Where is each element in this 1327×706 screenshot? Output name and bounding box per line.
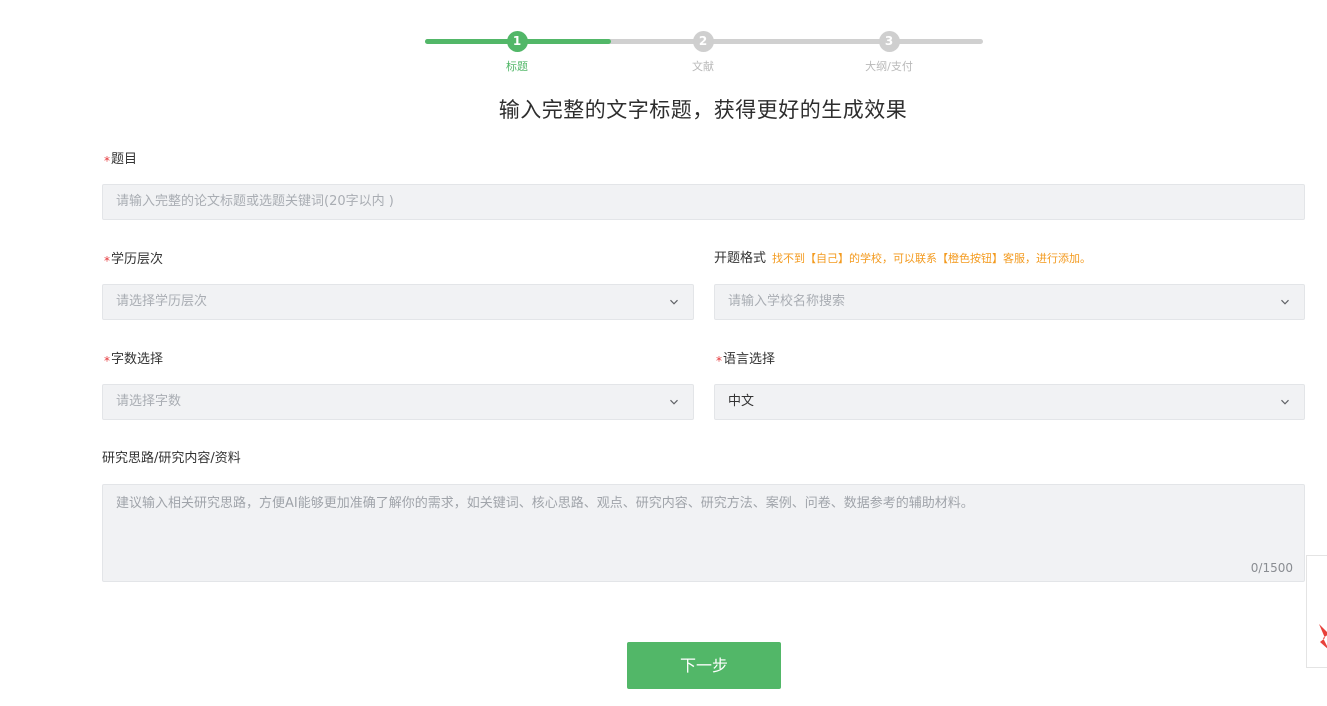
language-select[interactable]: 中文 — [714, 384, 1305, 420]
next-step-button[interactable]: 下一步 — [627, 642, 781, 689]
step-label: 大纲/支付 — [865, 60, 913, 73]
step-outline-payment: 3 大纲/支付 — [844, 30, 934, 74]
format-label: 开题格式 找不到【自己】的学校，可以联系【橙色按钮】客服，进行添加。 — [714, 250, 1091, 268]
word-count-select[interactable]: 请选择字数 — [102, 384, 694, 420]
title-label-text: 题目 — [111, 152, 138, 167]
education-placeholder: 请选择学历层次 — [116, 294, 208, 309]
school-search-select[interactable]: 请输入学校名称搜索 — [714, 284, 1305, 320]
character-counter: 0/1500 — [1250, 561, 1293, 575]
step-title: 1 标题 — [472, 30, 562, 74]
title-label: *题目 — [104, 150, 137, 168]
required-mark: * — [104, 254, 110, 268]
page-headline: 输入完整的文字标题，获得更好的生成效果 — [498, 98, 908, 122]
step-literature: 2 文献 — [658, 30, 748, 74]
chevron-down-icon — [1281, 399, 1289, 405]
required-mark: * — [104, 354, 110, 368]
step-label: 标题 — [506, 60, 528, 73]
step-label: 文献 — [692, 60, 714, 73]
format-hint: 找不到【自己】的学校，可以联系【橙色按钮】客服，进行添加。 — [772, 252, 1092, 265]
progress-stepper: 1 标题 2 文献 3 大纲/支付 — [425, 30, 983, 80]
language-value: 中文 — [728, 394, 755, 409]
research-placeholder: 建议输入相关研究思路，方便AI能够更加准确了解你的需求，如关键词、核心思路、观点… — [116, 496, 974, 511]
education-select[interactable]: 请选择学历层次 — [102, 284, 694, 320]
required-mark: * — [716, 354, 722, 368]
word-count-label: *字数选择 — [104, 350, 163, 368]
language-label: *语言选择 — [716, 350, 775, 368]
step-number: 1 — [506, 31, 528, 52]
step-number: 2 — [692, 31, 714, 52]
required-mark: * — [104, 154, 110, 168]
chevron-down-icon — [670, 399, 678, 405]
research-label: 研究思路/研究内容/资料 — [102, 451, 241, 466]
school-search-placeholder: 请输入学校名称搜索 — [728, 294, 846, 309]
step-number: 3 — [878, 31, 900, 52]
title-input[interactable]: 请输入完整的论文标题或选题关键词(20字以内 ) — [102, 184, 1305, 220]
chevron-down-icon — [1281, 299, 1289, 305]
education-label-text: 学历层次 — [111, 252, 164, 267]
title-placeholder: 请输入完整的论文标题或选题关键词(20字以内 ) — [116, 194, 394, 209]
word-count-placeholder: 请选择字数 — [116, 394, 182, 409]
word-count-label-text: 字数选择 — [111, 352, 164, 367]
floating-service-widget[interactable] — [1306, 555, 1327, 668]
research-textarea[interactable]: 建议输入相关研究思路，方便AI能够更加准确了解你的需求，如关键词、核心思路、观点… — [102, 484, 1305, 582]
chevron-down-icon — [670, 299, 678, 305]
education-label: *学历层次 — [104, 250, 163, 268]
language-label-text: 语言选择 — [723, 352, 776, 367]
service-icon — [1319, 624, 1327, 649]
format-label-text: 开题格式 — [714, 251, 767, 266]
